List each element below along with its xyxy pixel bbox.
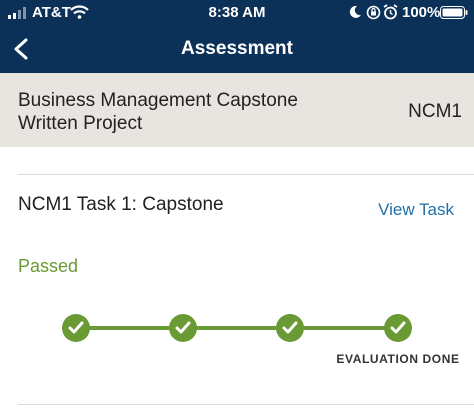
divider [18, 174, 474, 175]
progress-step-label: EVALUATION DONE [336, 352, 460, 366]
divider [18, 404, 474, 405]
do-not-disturb-moon-icon [349, 5, 361, 18]
assessment-screen: AT&T 8:38 AM 100% Assessment Business Ma… [0, 0, 474, 412]
task-title: NCM1 Task 1: Capstone [18, 194, 224, 215]
course-name: Business Management Capstone Written Pro… [18, 90, 298, 134]
progress-step-3 [276, 314, 304, 342]
checkmark-icon [68, 321, 84, 334]
battery-percentage: 100% [402, 4, 441, 21]
orientation-lock-icon [366, 5, 381, 20]
course-header: Business Management Capstone Written Pro… [0, 73, 474, 147]
progress-step-1 [62, 314, 90, 342]
progress-step-4 [384, 314, 412, 342]
checkmark-icon [282, 321, 298, 334]
progress-step-2 [169, 314, 197, 342]
page-title: Assessment [181, 38, 293, 59]
course-code: NCM1 [408, 101, 462, 122]
header: AT&T 8:38 AM 100% Assessment [0, 0, 474, 73]
alarm-clock-icon [383, 4, 398, 20]
battery-icon [440, 6, 468, 19]
navigation-bar: Assessment [0, 26, 474, 73]
checkmark-icon [175, 321, 191, 334]
view-task-link[interactable]: View Task [378, 200, 454, 220]
task-status: Passed [18, 256, 79, 276]
checkmark-icon [390, 321, 406, 334]
progress-line [76, 326, 398, 330]
status-bar: AT&T 8:38 AM 100% [0, 0, 474, 26]
progress-tracker [0, 310, 474, 350]
